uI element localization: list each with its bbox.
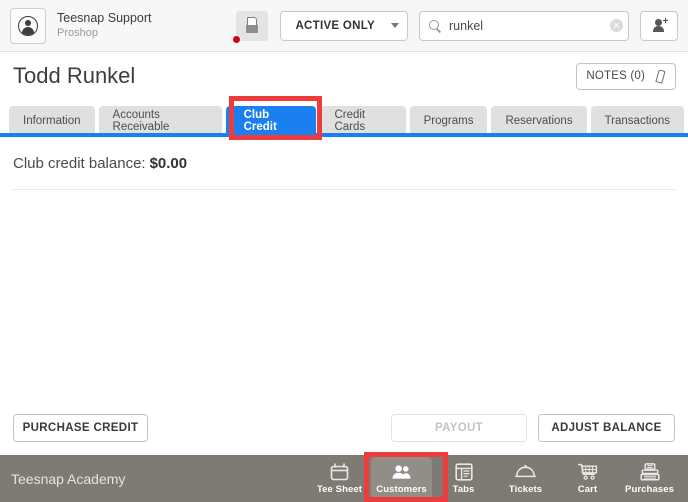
purchase-credit-button[interactable]: PURCHASE CREDIT: [13, 414, 148, 442]
app-root: Teesnap Support Proshop ACTIVE ONLY +: [0, 0, 688, 502]
active-only-filter-dropdown[interactable]: ACTIVE ONLY: [280, 10, 408, 41]
notification-dot-icon: [232, 34, 242, 44]
nav-item-tabs[interactable]: Tabs: [433, 457, 494, 500]
payout-button: PAYOUT: [391, 414, 527, 442]
content-divider: [13, 189, 675, 190]
tab-transactions[interactable]: Transactions: [590, 106, 684, 136]
nav-label-tabs: Tabs: [452, 484, 475, 495]
nav-item-purchases[interactable]: Purchases: [619, 457, 680, 500]
teesnap-academy-link[interactable]: Teesnap Academy: [11, 471, 125, 487]
balance-amount: $0.00: [149, 155, 188, 172]
nav-item-customers[interactable]: Customers: [371, 457, 432, 500]
filter-label: ACTIVE ONLY: [295, 19, 375, 32]
people-icon: [391, 462, 412, 481]
tab-programs[interactable]: Programs: [409, 106, 488, 136]
notes-label: NOTES (0): [586, 70, 645, 82]
nav-item-tickets[interactable]: Tickets: [495, 457, 556, 500]
action-button-row: PURCHASE CREDIT PAYOUT ADJUST BALANCE: [0, 414, 688, 444]
nav-label-tickets: Tickets: [508, 484, 543, 495]
pencil-icon: [654, 70, 666, 83]
top-header-bar: Teesnap Support Proshop ACTIVE ONLY +: [0, 0, 688, 52]
search-input[interactable]: [449, 18, 610, 33]
clear-search-icon[interactable]: [610, 19, 623, 32]
tab-information[interactable]: Information: [9, 106, 95, 136]
tab-accounts-receivable[interactable]: Accounts Receivable: [98, 106, 222, 136]
cash-register-icon: [639, 462, 660, 481]
chevron-down-icon: [391, 23, 399, 28]
nav-label-tee-sheet: Tee Sheet: [316, 484, 363, 495]
user-circle-icon[interactable]: [10, 7, 46, 44]
tab-club-credit[interactable]: Club Credit: [225, 106, 317, 136]
adjust-balance-button[interactable]: ADJUST BALANCE: [538, 414, 675, 442]
nav-label-customers: Customers: [376, 484, 427, 495]
calendar-icon: [329, 462, 350, 481]
printer-icon-button[interactable]: [232, 10, 269, 44]
bottom-nav-items: Tee Sheet Customers Tabs Tickets Cart Pu…: [309, 455, 688, 502]
printer-icon: [245, 17, 259, 34]
nav-label-cart: Cart: [577, 484, 598, 495]
shopping-cart-icon: [577, 462, 598, 481]
club-credit-panel: Club credit balance: $0.00: [0, 137, 688, 455]
add-user-icon: +: [652, 16, 669, 32]
club-credit-balance-row: Club credit balance: $0.00: [13, 155, 187, 172]
customer-tab-bar: Information Accounts Receivable Club Cre…: [0, 100, 688, 136]
nav-item-cart[interactable]: Cart: [557, 457, 618, 500]
notes-button[interactable]: NOTES (0): [576, 62, 676, 90]
search-icon: [429, 19, 441, 32]
nav-label-purchases: Purchases: [625, 484, 674, 495]
tab-credit-cards[interactable]: Credit Cards: [320, 106, 406, 136]
tab-reservations[interactable]: Reservations: [491, 106, 587, 136]
account-text: Teesnap Support Proshop: [57, 11, 152, 40]
avatar: [18, 15, 38, 36]
balance-label: Club credit balance:: [13, 155, 146, 172]
account-block[interactable]: Teesnap Support Proshop: [10, 7, 152, 44]
page-title-row: Todd Runkel NOTES (0): [0, 52, 688, 100]
account-name: Teesnap Support: [57, 10, 152, 25]
tabs-window-icon: [453, 462, 474, 481]
customer-search-box[interactable]: [419, 10, 629, 41]
plus-icon: +: [662, 16, 669, 27]
page-title: Todd Runkel: [13, 63, 136, 88]
account-role: Proshop: [57, 27, 98, 40]
header-controls: ACTIVE ONLY +: [232, 10, 678, 44]
nav-item-tee-sheet[interactable]: Tee Sheet: [309, 457, 370, 500]
bottom-navigation-bar: Teesnap Academy Tee Sheet Customers Tabs…: [0, 455, 688, 502]
add-customer-button[interactable]: +: [640, 10, 678, 41]
cloche-icon: [515, 462, 536, 481]
